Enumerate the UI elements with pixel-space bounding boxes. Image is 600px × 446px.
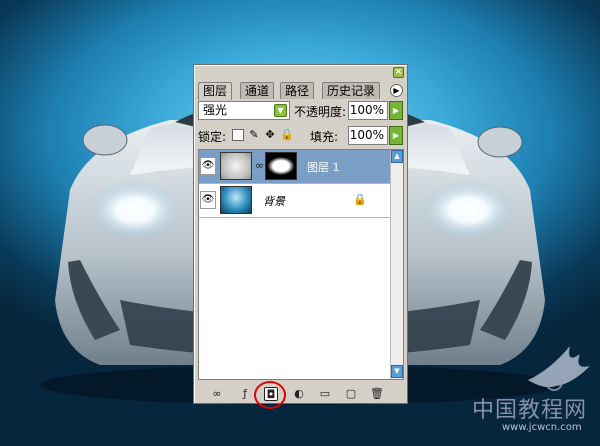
fill-slider-arrow-icon[interactable]: ▶ bbox=[389, 126, 403, 145]
layer-row-background[interactable]: 👁 背景 🔒 bbox=[199, 184, 391, 218]
layer-mask-thumbnail[interactable] bbox=[265, 152, 297, 180]
lock-fill-row: 锁定: ✎ ✥ 🔒 填充: 100% ▶ bbox=[198, 126, 405, 146]
lock-all-icon[interactable]: 🔒 bbox=[280, 129, 294, 141]
layer-name[interactable]: 背景 bbox=[263, 193, 285, 209]
new-group-icon[interactable]: ▭ bbox=[318, 387, 332, 401]
panel-menu-icon[interactable]: ▶ bbox=[390, 84, 403, 97]
layers-panel: × 图层 通道 路径 历史记录 ▶ 强光 ▼ 不透明度: 100% ▶ 锁定: … bbox=[193, 64, 408, 404]
opacity-slider-arrow-icon[interactable]: ▶ bbox=[389, 101, 403, 120]
layer-row-layer1[interactable]: 👁 ∞ 图层 1 bbox=[199, 150, 391, 184]
fill-field[interactable]: 100% bbox=[348, 126, 388, 145]
scroll-up-icon[interactable]: ▲ bbox=[391, 150, 403, 163]
lock-transparency-icon[interactable] bbox=[232, 129, 244, 141]
layer-thumbnail bbox=[220, 152, 252, 180]
layer-thumbnail bbox=[220, 186, 252, 214]
layers-list: 👁 ∞ 图层 1 👁 背景 🔒 ▲ ▼ bbox=[198, 149, 404, 380]
lock-label: 锁定: bbox=[198, 130, 227, 144]
eye-icon[interactable]: 👁 bbox=[200, 157, 216, 175]
opacity-field[interactable]: 100% bbox=[348, 101, 388, 120]
watermark-url: www.jcwcn.com bbox=[502, 422, 582, 433]
blend-opacity-row: 强光 ▼ 不透明度: 100% ▶ bbox=[198, 101, 405, 121]
tab-paths[interactable]: 路径 bbox=[280, 82, 315, 99]
layers-toolbar: ∞ ƒ ◘ ◐ ▭ ▢ 🗑 bbox=[198, 385, 405, 403]
link-layers-icon[interactable]: ∞ bbox=[210, 387, 224, 401]
delete-layer-icon[interactable]: 🗑 bbox=[370, 387, 384, 401]
panel-close-icon[interactable]: × bbox=[393, 67, 404, 78]
adjustment-layer-icon[interactable]: ◐ bbox=[292, 387, 306, 401]
chevron-down-icon[interactable]: ▼ bbox=[274, 104, 287, 117]
highlight-circle bbox=[254, 381, 286, 409]
tab-channels[interactable]: 通道 bbox=[240, 82, 275, 99]
lock-icon: 🔒 bbox=[353, 193, 367, 206]
new-layer-icon[interactable]: ▢ bbox=[344, 387, 358, 401]
layer-name[interactable]: 图层 1 bbox=[307, 159, 340, 175]
layers-scrollbar[interactable]: ▲ ▼ bbox=[390, 150, 403, 379]
opacity-label: 不透明度: bbox=[294, 105, 347, 119]
lock-move-icon[interactable]: ✥ bbox=[264, 129, 276, 141]
layer-style-icon[interactable]: ƒ bbox=[238, 387, 252, 401]
panel-tabs: 图层 通道 路径 历史记录 bbox=[198, 82, 405, 100]
link-chain-icon[interactable]: ∞ bbox=[255, 159, 264, 172]
blend-mode-select[interactable]: 强光 ▼ bbox=[198, 101, 290, 120]
tab-history[interactable]: 历史记录 bbox=[322, 82, 381, 99]
scroll-down-icon[interactable]: ▼ bbox=[391, 365, 403, 378]
lock-brush-icon[interactable]: ✎ bbox=[248, 129, 260, 141]
blend-mode-value: 强光 bbox=[203, 103, 228, 117]
eye-icon[interactable]: 👁 bbox=[200, 191, 216, 209]
fill-label: 填充: bbox=[310, 130, 339, 144]
tab-layers[interactable]: 图层 bbox=[198, 82, 233, 100]
watermark: 中国教程网 www.jcwcn.com bbox=[472, 390, 600, 446]
watermark-brand: 中国教程网 bbox=[472, 398, 588, 423]
